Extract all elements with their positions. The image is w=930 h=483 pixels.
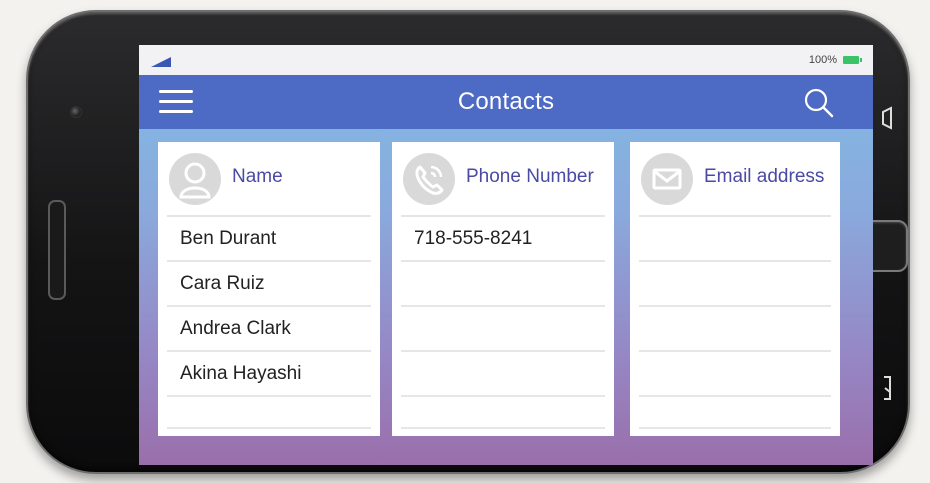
list-item[interactable]	[639, 215, 831, 260]
phone-column-header[interactable]: Phone Number	[392, 142, 614, 215]
list-item[interactable]	[639, 305, 831, 350]
battery-icon	[843, 56, 862, 64]
list-item[interactable]	[639, 260, 831, 305]
list-item[interactable]	[639, 350, 831, 395]
list-item[interactable]	[401, 305, 605, 350]
phone-list: 718-555-8241	[401, 215, 605, 429]
email-list	[639, 215, 831, 429]
name-column-card: Name Ben Durant Cara Ruiz Andrea Clark A…	[158, 142, 380, 436]
list-item[interactable]	[401, 395, 605, 429]
list-item[interactable]: Ben Durant	[167, 215, 371, 260]
signal-icon	[151, 57, 171, 67]
list-item[interactable]	[639, 395, 831, 429]
email-column-card: Email address	[630, 142, 840, 436]
list-item[interactable]	[167, 395, 371, 429]
phone-screen: 100% Contacts Name Ben Durant Cara Ruiz …	[139, 45, 873, 465]
hardware-back-icon[interactable]	[876, 104, 898, 132]
phone-icon	[403, 153, 455, 205]
page-title: Contacts	[457, 88, 555, 115]
hardware-recent-apps-icon[interactable]	[876, 372, 898, 404]
mail-icon	[641, 153, 693, 205]
list-item[interactable]	[401, 350, 605, 395]
status-bar: 100%	[139, 45, 873, 75]
column-label-phone: Phone Number	[466, 166, 594, 187]
person-icon	[169, 153, 221, 205]
column-label-name: Name	[232, 166, 283, 187]
list-item[interactable]: Andrea Clark	[167, 305, 371, 350]
email-column-header[interactable]: Email address	[630, 142, 840, 215]
search-icon[interactable]	[803, 87, 835, 119]
column-label-email: Email address	[704, 166, 825, 187]
battery-percentage: 100%	[808, 54, 837, 66]
list-item[interactable]	[401, 260, 605, 305]
name-list: Ben Durant Cara Ruiz Andrea Clark Akina …	[167, 215, 371, 429]
list-item[interactable]: Akina Hayashi	[167, 350, 371, 395]
speaker-grille	[48, 200, 66, 300]
list-item[interactable]: Cara Ruiz	[167, 260, 371, 305]
list-item[interactable]: 718-555-8241	[401, 215, 605, 260]
front-camera	[71, 107, 81, 117]
phone-column-card: Phone Number 718-555-8241	[392, 142, 614, 436]
phone-frame: 100% Contacts Name Ben Durant Cara Ruiz …	[26, 10, 910, 474]
name-column-header[interactable]: Name	[158, 142, 380, 215]
app-bar: Contacts	[139, 75, 873, 129]
